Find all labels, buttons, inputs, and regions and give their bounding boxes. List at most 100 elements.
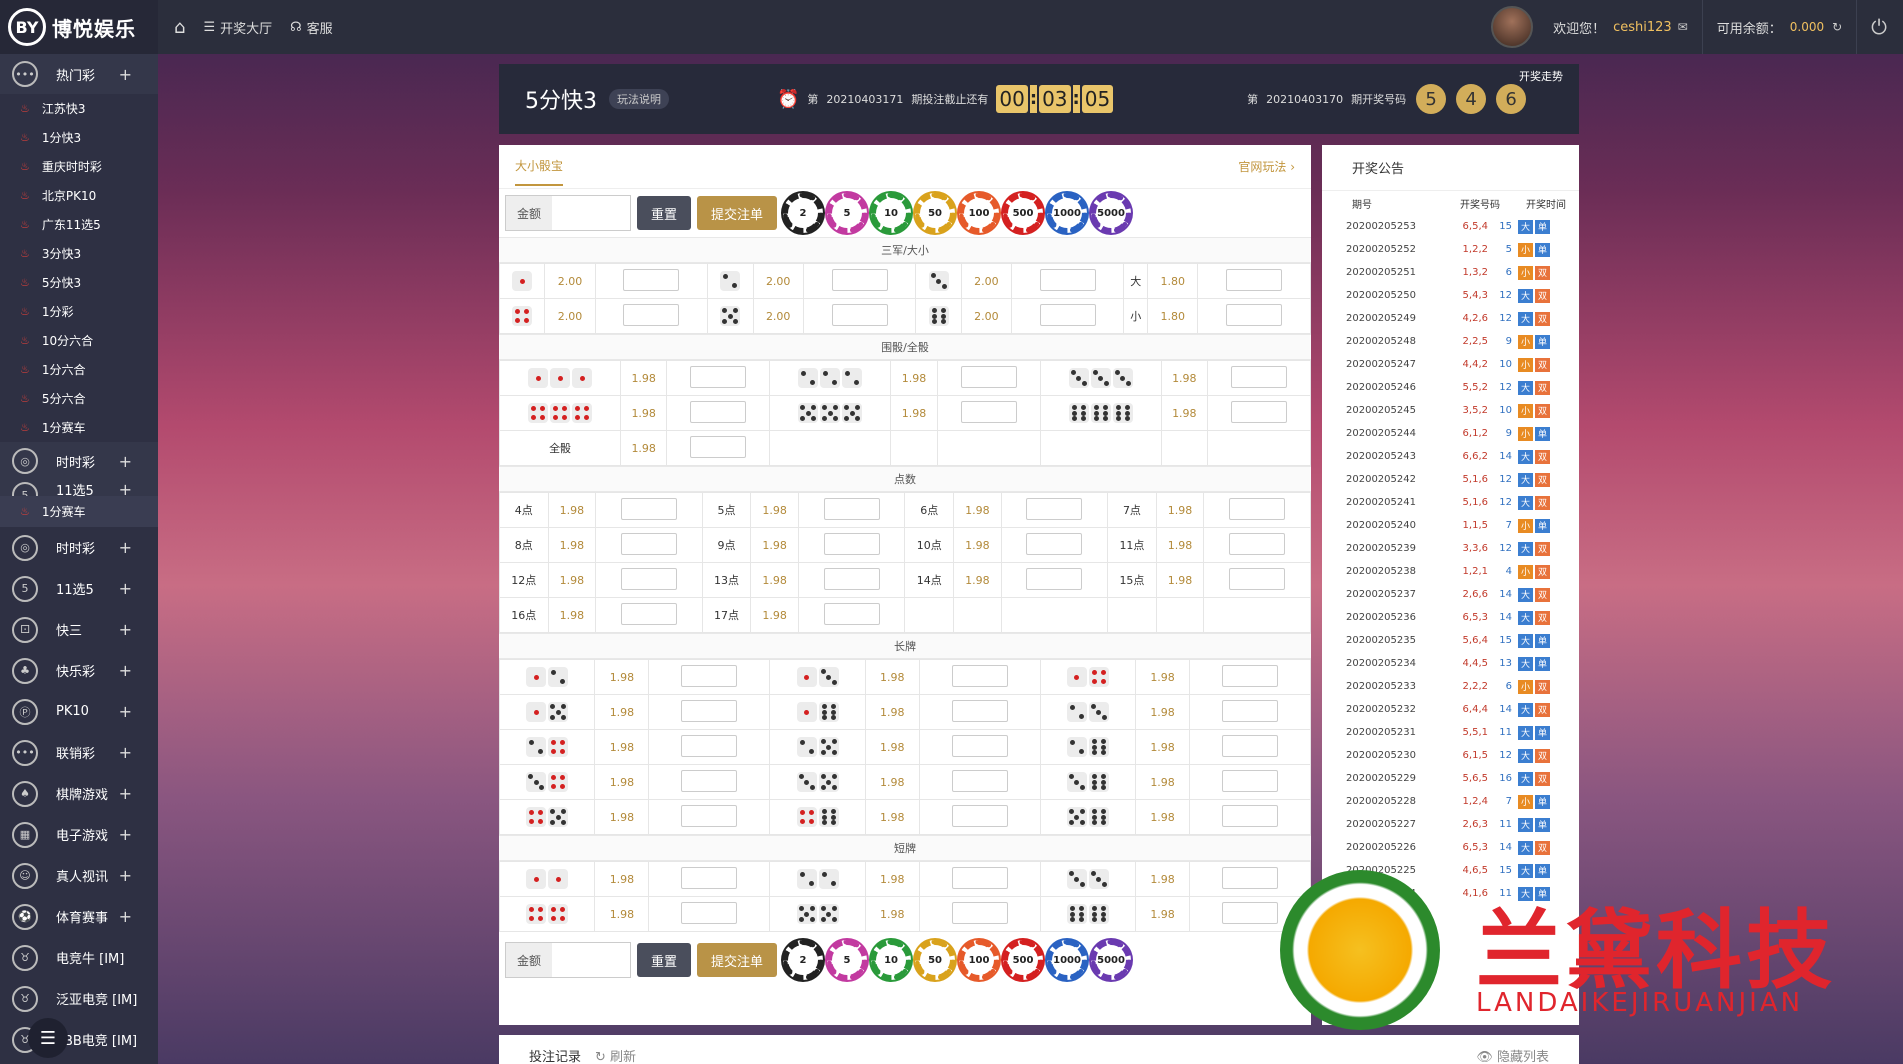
chip-5000[interactable]: 5000 — [1091, 940, 1132, 980]
refresh-button[interactable]: ↻ 刷新 — [595, 1046, 636, 1064]
bet-amount-input[interactable] — [620, 497, 677, 520]
bet-amount-input[interactable] — [620, 602, 677, 625]
nav-support[interactable]: ☊ 客服 — [290, 18, 333, 37]
sidebar-cat[interactable]: ♉ 电竞牛 [IM] — [0, 937, 158, 978]
bet-amount-input[interactable] — [1039, 303, 1096, 326]
chip-500[interactable]: 500 — [1003, 940, 1044, 980]
sidebar-cat-11x5-top[interactable]: 5 11选5 + — [0, 480, 158, 496]
sidebar-item-hot[interactable]: ♨ 北京PK10 — [0, 181, 158, 210]
expand-icon[interactable]: + — [119, 907, 132, 926]
username[interactable]: ceshi123 — [1613, 20, 1672, 35]
bet-amount-input[interactable] — [681, 664, 738, 687]
sidebar-item-hot[interactable]: ♨ 5分六合 — [0, 384, 158, 413]
sidebar-item-hot[interactable]: ♨ 广东11选5 — [0, 210, 158, 239]
bet-amount-input[interactable] — [951, 901, 1008, 924]
bet-amount-input[interactable] — [1039, 268, 1096, 291]
bet-amount-input[interactable] — [1222, 769, 1279, 792]
bet-amount-input[interactable] — [681, 866, 738, 889]
home-icon[interactable]: ⌂ — [174, 17, 185, 38]
bet-amount-input[interactable] — [1026, 532, 1083, 555]
submit-button[interactable]: 提交注单 — [697, 943, 778, 977]
chip-1000[interactable]: 1000 — [1047, 940, 1088, 980]
expand-icon[interactable]: + — [119, 784, 132, 803]
bet-amount-input[interactable] — [831, 268, 888, 291]
chip-50[interactable]: 50 — [915, 193, 956, 233]
sidebar-item-hot[interactable]: ♨ 1分六合 — [0, 355, 158, 384]
sidebar-cat-hot[interactable]: ••• 热门彩 + — [0, 54, 158, 94]
bet-amount-input[interactable] — [620, 532, 677, 555]
trend-link[interactable]: 开奖走势 — [1519, 68, 1563, 84]
chip-50[interactable]: 50 — [915, 940, 956, 980]
expand-icon[interactable]: + — [119, 538, 132, 557]
bet-amount-input[interactable] — [951, 804, 1008, 827]
sidebar-cat[interactable]: ♣ 快乐彩 + — [0, 650, 158, 691]
bet-amount-input[interactable] — [1222, 901, 1279, 924]
sidebar-item-highlight[interactable]: ♨ 1分赛车 — [0, 496, 158, 527]
bet-amount-input[interactable] — [690, 435, 747, 458]
bet-amount-input[interactable] — [681, 804, 738, 827]
chip-10[interactable]: 10 — [871, 193, 912, 233]
bet-amount-input[interactable] — [951, 866, 1008, 889]
chip-1000[interactable]: 1000 — [1047, 193, 1088, 233]
official-play-link[interactable]: 官网玩法 › — [1238, 158, 1295, 175]
chip-10[interactable]: 10 — [871, 940, 912, 980]
expand-icon[interactable]: + — [119, 866, 132, 885]
expand-icon[interactable]: + — [119, 65, 132, 84]
bet-amount-input[interactable] — [1226, 268, 1283, 291]
sidebar-item-hot[interactable]: ♨ 10分六合 — [0, 326, 158, 355]
sidebar-item-hot[interactable]: ♨ 3分快3 — [0, 239, 158, 268]
sidebar-item-hot[interactable]: ♨ 1分彩 — [0, 297, 158, 326]
sidebar-cat[interactable]: ⚀ 快三 + — [0, 609, 158, 650]
expand-icon[interactable]: + — [119, 620, 132, 639]
amount-input[interactable] — [552, 943, 630, 977]
expand-icon[interactable]: + — [119, 480, 132, 496]
sidebar-cat[interactable]: ◎ 时时彩 + — [0, 527, 158, 568]
bet-amount-input[interactable] — [1229, 567, 1286, 590]
bet-amount-input[interactable] — [823, 497, 880, 520]
tab-dice[interactable]: 大小骰宝 — [515, 147, 564, 186]
bet-amount-input[interactable] — [831, 303, 888, 326]
bet-amount-input[interactable] — [681, 901, 738, 924]
bet-amount-input[interactable] — [1026, 567, 1083, 590]
bet-amount-input[interactable] — [951, 769, 1008, 792]
bet-amount-input[interactable] — [623, 303, 680, 326]
bet-amount-input[interactable] — [1222, 664, 1279, 687]
nav-draw-hall[interactable]: ☰ 开奖大厅 — [203, 18, 272, 37]
sidebar-item-hot[interactable]: ♨ 1分快3 — [0, 123, 158, 152]
chip-5[interactable]: 5 — [827, 940, 868, 980]
hide-list-button[interactable]: 👁 隐藏列表 — [1476, 1046, 1549, 1064]
logo[interactable]: BY 博悦娱乐 — [0, 0, 158, 54]
refresh-balance-icon[interactable]: ↻ — [1832, 20, 1842, 34]
bet-amount-input[interactable] — [1229, 532, 1286, 555]
bet-amount-input[interactable] — [960, 400, 1017, 423]
bet-amount-input[interactable] — [960, 365, 1017, 388]
chip-500[interactable]: 500 — [1003, 193, 1044, 233]
bet-amount-input[interactable] — [1226, 303, 1283, 326]
sidebar-item-hot[interactable]: ♨ 江苏快3 — [0, 94, 158, 123]
amount-input[interactable] — [552, 196, 630, 230]
bet-amount-input[interactable] — [1222, 866, 1279, 889]
bet-amount-input[interactable] — [823, 567, 880, 590]
bet-amount-input[interactable] — [620, 567, 677, 590]
bet-amount-input[interactable] — [1222, 804, 1279, 827]
chip-100[interactable]: 100 — [959, 193, 1000, 233]
bet-amount-input[interactable] — [951, 664, 1008, 687]
bet-amount-input[interactable] — [681, 769, 738, 792]
bet-amount-input[interactable] — [1230, 400, 1287, 423]
expand-icon[interactable]: + — [119, 661, 132, 680]
bet-amount-input[interactable] — [1222, 734, 1279, 757]
bet-amount-input[interactable] — [1222, 699, 1279, 722]
menu-icon[interactable]: ☰ — [28, 1018, 68, 1058]
sidebar-cat[interactable]: ♉ TBB电竞 [IM] — [0, 1019, 158, 1060]
sidebar-cat[interactable]: ••• 联销彩 + — [0, 732, 158, 773]
bet-amount-input[interactable] — [951, 734, 1008, 757]
rules-button[interactable]: 玩法说明 — [609, 89, 669, 109]
sidebar-item-hot[interactable]: ♨ 5分快3 — [0, 268, 158, 297]
sidebar-cat[interactable]: Ⓟ PK10 + — [0, 691, 158, 732]
expand-icon[interactable]: + — [119, 743, 132, 762]
sidebar-cat[interactable]: ☺ 真人视讯 + — [0, 855, 158, 896]
bet-amount-input[interactable] — [681, 699, 738, 722]
bet-amount-input[interactable] — [690, 400, 747, 423]
bet-amount-input[interactable] — [1229, 497, 1286, 520]
submit-button[interactable]: 提交注单 — [697, 196, 778, 230]
